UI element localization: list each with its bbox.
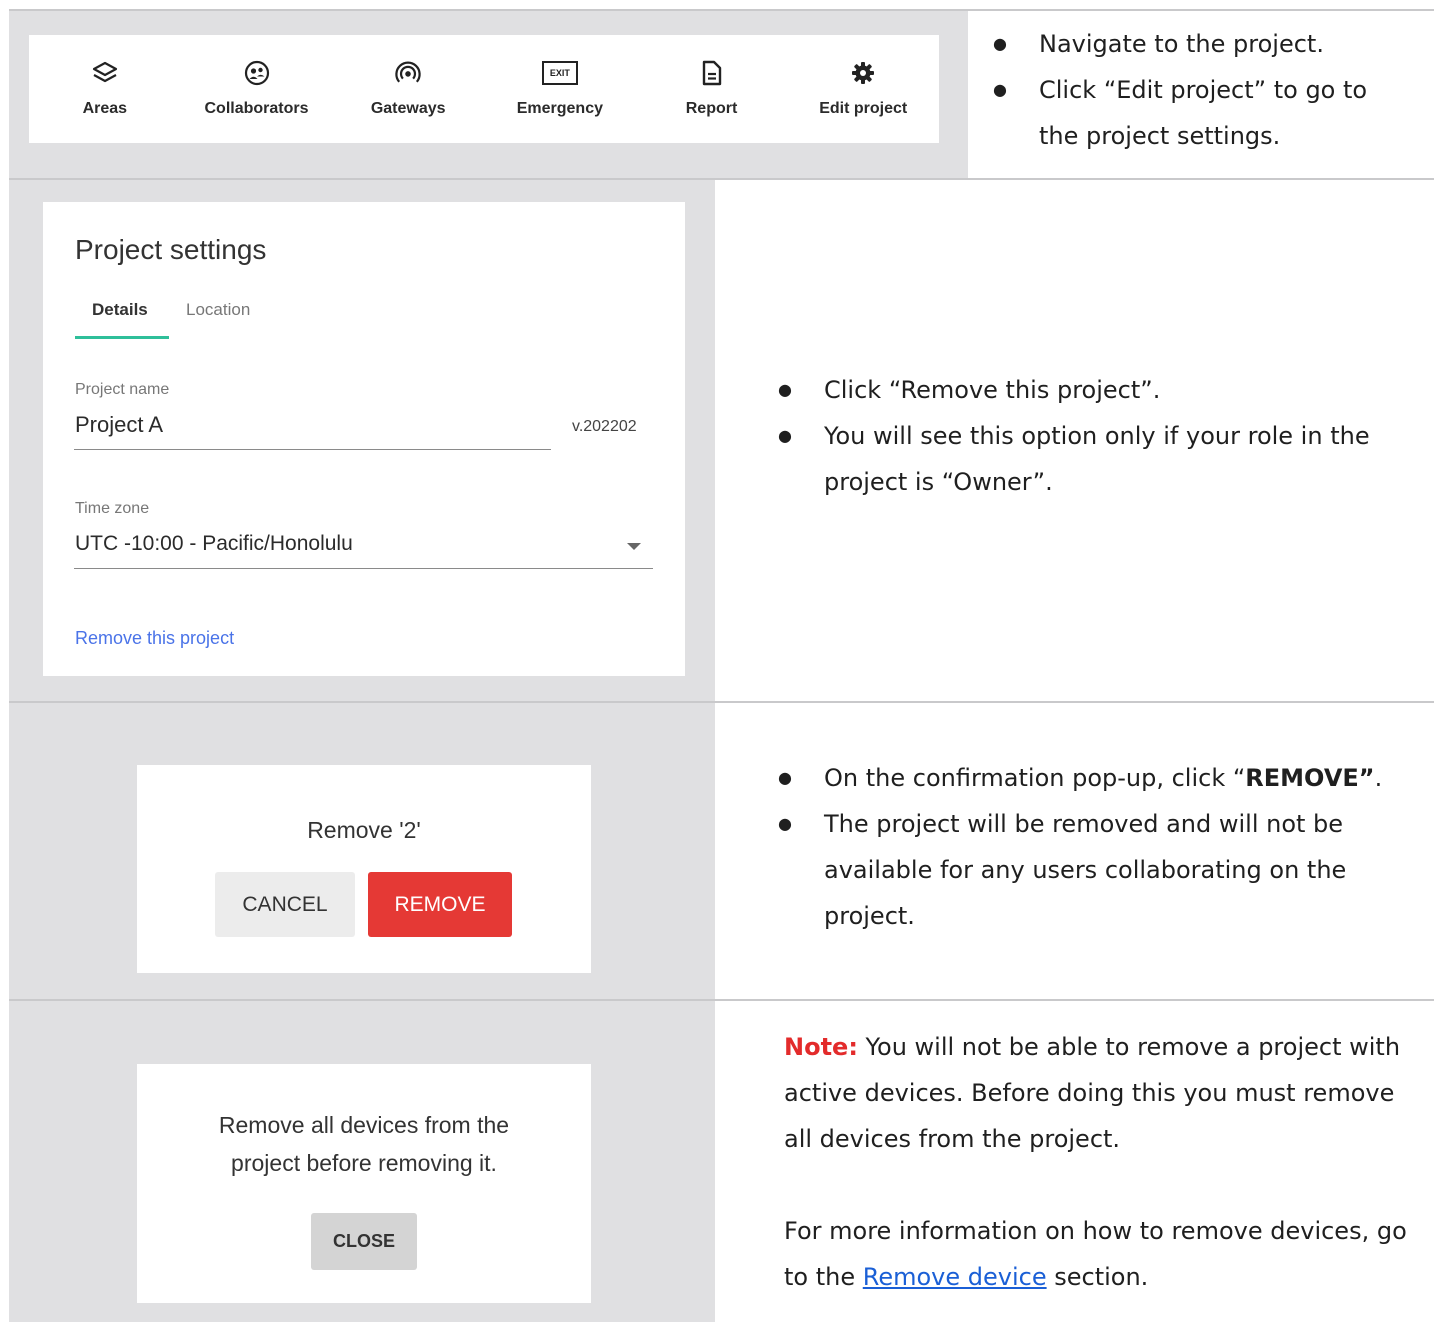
toolbar-label: Areas (82, 100, 128, 117)
chevron-down-icon[interactable] (627, 543, 641, 550)
project-toolbar: Areas Collaborators Gateways EXIT Emerge… (29, 35, 939, 143)
row1-instructions: Navigate to the project. Click “Edit pro… (993, 21, 1413, 159)
gear-icon (850, 60, 876, 86)
step-text: . (1374, 764, 1383, 792)
instruction-step: The project will be removed and will not… (778, 801, 1428, 939)
row2-instructions: Click “Remove this project”. You will se… (778, 367, 1418, 505)
toolbar-label: Report (685, 100, 738, 117)
note-paragraph: Note: You will not be able to remove a p… (784, 1024, 1414, 1162)
close-button[interactable]: CLOSE (311, 1213, 417, 1270)
remove-confirm-dialog (137, 765, 591, 973)
step-bold-text: REMOVE” (1245, 764, 1375, 792)
tab-location[interactable]: Location (186, 300, 250, 320)
instruction-step: Click “Edit project” to go to the projec… (993, 67, 1413, 159)
more-info-text: section. (1046, 1263, 1149, 1291)
remove-project-link[interactable]: Remove this project (75, 628, 234, 649)
toolbar-item-gateways[interactable]: Gateways (332, 35, 484, 143)
tab-details[interactable]: Details (92, 300, 148, 320)
dialog-title: Remove '2' (307, 817, 421, 843)
remove-device-link[interactable]: Remove device (863, 1263, 1047, 1291)
exit-sign-icon: EXIT (541, 60, 578, 86)
instruction-step: Click “Remove this project”. (778, 367, 1418, 413)
time-zone-underline (74, 568, 653, 569)
row3-instructions: On the confirmation pop-up, click “REMOV… (778, 755, 1428, 939)
active-tab-indicator (75, 336, 169, 339)
note-text: You will not be able to remove a project… (784, 1033, 1401, 1153)
toolbar-label: Edit project (819, 100, 908, 117)
collaborators-icon (244, 60, 270, 86)
toolbar-item-report[interactable]: Report (636, 35, 788, 143)
toolbar-label: Collaborators (204, 100, 309, 117)
cancel-button[interactable]: CANCEL (215, 872, 355, 937)
instruction-step: Navigate to the project. (993, 21, 1413, 67)
time-zone-select[interactable]: UTC -10:00 - Pacific/Honolulu (75, 532, 353, 556)
exit-sign-text: EXIT (541, 61, 578, 85)
document-icon (699, 60, 725, 86)
project-settings-card (43, 202, 685, 676)
toolbar-label: Gateways (370, 100, 446, 117)
note-label: Note: (784, 1033, 858, 1061)
toolbar-item-collaborators[interactable]: Collaborators (181, 35, 333, 143)
project-name-input[interactable]: Project A (75, 412, 163, 438)
step-text: On the confirmation pop-up, click “ (824, 764, 1246, 792)
time-zone-label: Time zone (75, 500, 150, 517)
toolbar-label: Emergency (516, 100, 603, 117)
project-name-label: Project name (75, 381, 170, 398)
toolbar-item-emergency[interactable]: EXIT Emergency (484, 35, 636, 143)
instruction-step: On the confirmation pop-up, click “REMOV… (778, 755, 1428, 801)
gateway-icon (395, 60, 421, 86)
instruction-step: You will see this option only if your ro… (778, 413, 1418, 505)
more-info-paragraph: For more information on how to remove de… (784, 1208, 1424, 1300)
project-name-underline (74, 449, 551, 450)
dialog-message: Remove all devices from the project befo… (218, 1112, 510, 1176)
toolbar-item-areas[interactable]: Areas (29, 35, 181, 143)
version-label: v.202202 (572, 418, 637, 435)
layers-icon (92, 60, 118, 86)
remove-button[interactable]: REMOVE (368, 872, 512, 937)
toolbar-item-edit-project[interactable]: Edit project (787, 35, 939, 143)
page-title: Project settings (75, 234, 267, 265)
